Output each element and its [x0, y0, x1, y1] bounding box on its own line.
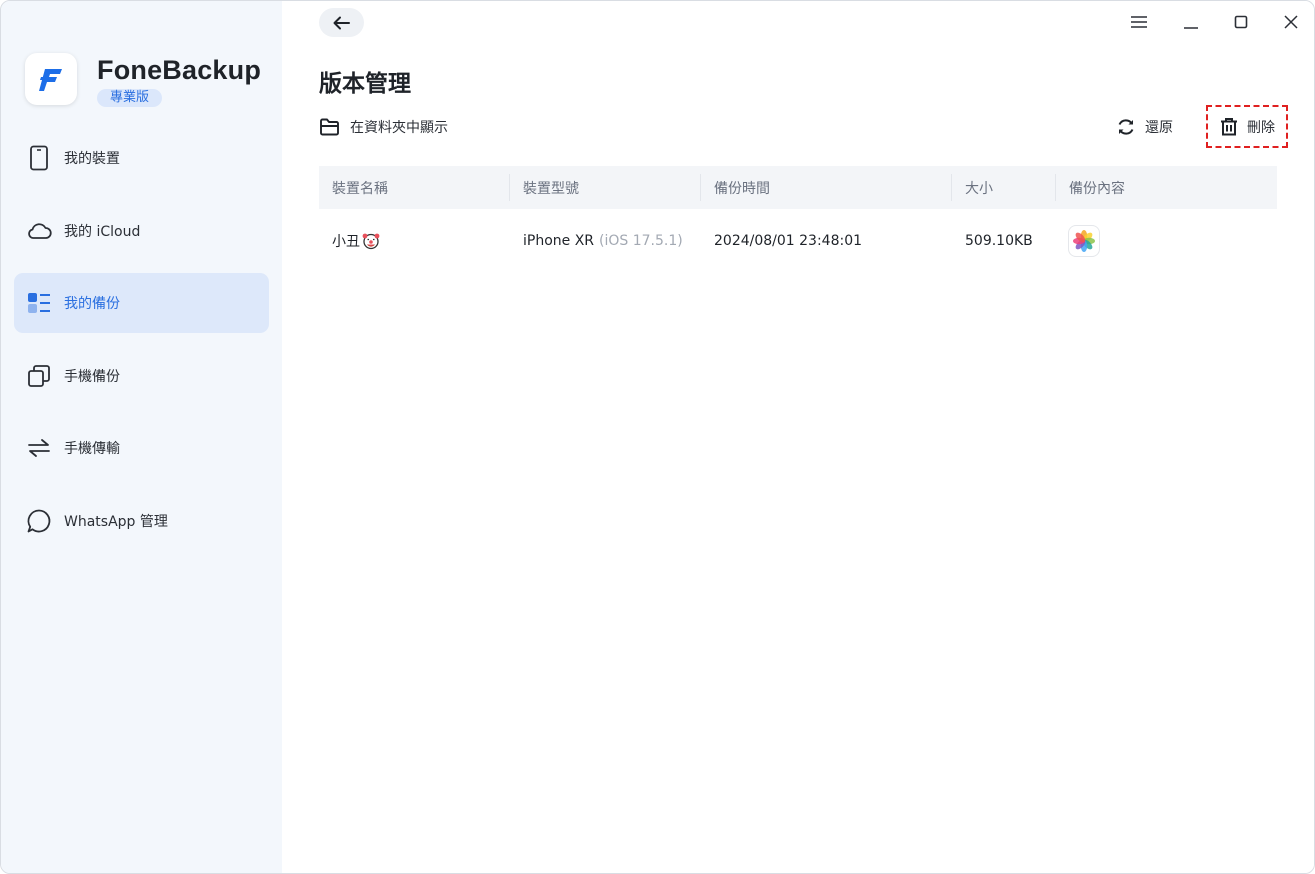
sidebar-item-my-icloud[interactable]: 我的 iCloud [14, 201, 269, 261]
backup-content-cell [1056, 226, 1277, 256]
sidebar-item-my-devices[interactable]: 我的裝置 [14, 128, 269, 188]
delete-button[interactable]: 刪除 [1206, 105, 1288, 148]
back-button[interactable] [319, 8, 364, 37]
delete-label: 刪除 [1247, 119, 1275, 136]
backup-time-cell: 2024/08/01 23:48:01 [714, 233, 863, 249]
list-icon [26, 290, 52, 316]
sidebar-item-label: 手機備份 [64, 368, 120, 385]
restore-label: 還原 [1145, 120, 1173, 136]
column-header[interactable]: 大小 [952, 166, 1056, 209]
app-logo-area: FoneBackup 專業版 [25, 53, 261, 107]
backup-version-table: 裝置名稱 裝置型號 備份時間 大小 備份內容 小丑 iPhone XR (iOS… [319, 166, 1277, 273]
fonebackup-logo-icon [25, 53, 77, 105]
clown-face-icon [362, 232, 380, 250]
device-name: 小丑 [332, 234, 360, 250]
folder-icon [319, 118, 340, 136]
sidebar-item-label: 手機傳輸 [64, 441, 120, 457]
chat-bubble-icon [26, 508, 52, 534]
device-name-cell: 小丑 [319, 231, 510, 251]
column-header[interactable]: 裝置名稱 [319, 166, 510, 209]
phone-icon [26, 145, 52, 171]
device-model-cell: iPhone XR (iOS 17.5.1) [510, 233, 701, 249]
sidebar-nav: 我的裝置 我的 iCloud 我的備份 手機備份 手機傳輸 WhatsApp 管… [14, 128, 269, 563]
os-version: (iOS 17.5.1) [599, 233, 683, 249]
cloud-icon [26, 218, 52, 244]
minimize-button[interactable] [1180, 11, 1202, 33]
refresh-icon [1116, 117, 1136, 137]
column-header[interactable]: 備份時間 [701, 166, 952, 209]
table-row[interactable]: 小丑 iPhone XR (iOS 17.5.1) 2024/08/01 23:… [319, 209, 1277, 273]
sidebar-item-label: 我的備份 [64, 296, 120, 312]
show-in-folder-button[interactable]: 在資料夾中顯示 [319, 117, 448, 137]
app-window: FoneBackup 專業版 我的裝置 我的 iCloud 我的備份 手機備份 … [0, 0, 1315, 874]
arrow-left-icon [333, 16, 350, 29]
hamburger-menu-icon [1131, 16, 1147, 28]
sidebar-item-label: WhatsApp 管理 [64, 513, 168, 530]
sidebar: FoneBackup 專業版 我的裝置 我的 iCloud 我的備份 手機備份 … [1, 1, 282, 873]
sidebar-item-label: 我的裝置 [64, 151, 120, 167]
sidebar-item-whatsapp[interactable]: WhatsApp 管理 [14, 491, 269, 551]
maximize-button[interactable] [1230, 11, 1252, 33]
photos-app-icon [1069, 226, 1099, 256]
sidebar-item-phone-backup[interactable]: 手機備份 [14, 346, 269, 406]
transfer-arrows-icon [26, 435, 52, 461]
page-title: 版本管理 [319, 71, 411, 97]
column-header[interactable]: 裝置型號 [510, 166, 701, 209]
close-icon [1284, 15, 1298, 29]
show-in-folder-label: 在資料夾中顯示 [350, 120, 448, 136]
maximize-icon [1234, 15, 1248, 29]
edition-badge: 專業版 [97, 89, 163, 107]
sidebar-item-phone-transfer[interactable]: 手機傳輸 [14, 418, 269, 478]
restore-button[interactable]: 還原 [1116, 117, 1173, 137]
copy-icon [26, 363, 52, 389]
main-panel: 版本管理 在資料夾中顯示 還原 刪除 裝置名稱 裝置型號 備份時間 大小 備份內… [282, 1, 1314, 873]
device-model: iPhone XR [523, 233, 595, 249]
sidebar-item-my-backups[interactable]: 我的備份 [14, 273, 269, 333]
menu-button[interactable] [1128, 11, 1150, 33]
trash-icon [1219, 117, 1239, 137]
minimize-icon [1184, 27, 1198, 29]
sidebar-item-label: 我的 iCloud [64, 223, 141, 240]
backup-size-cell: 509.10KB [965, 233, 1033, 249]
table-header: 裝置名稱 裝置型號 備份時間 大小 備份內容 [319, 166, 1277, 209]
app-name: FoneBackup [97, 55, 262, 85]
close-window-button[interactable] [1280, 11, 1302, 33]
column-header[interactable]: 備份內容 [1056, 166, 1277, 209]
